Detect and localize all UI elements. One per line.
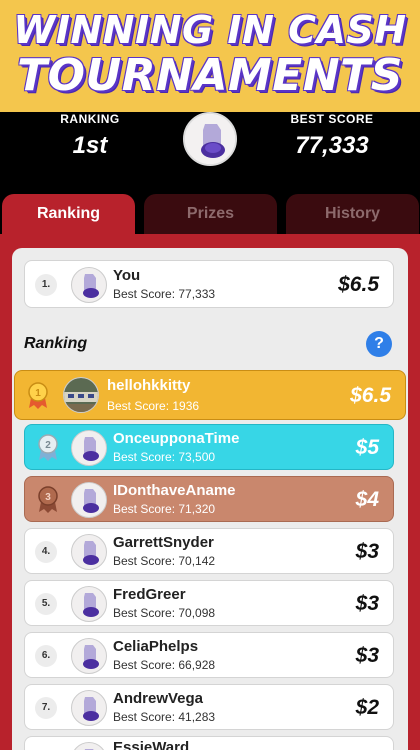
leaderboard-row[interactable]: 7. AndrewVega Best Score: 41,283 $2	[24, 684, 394, 730]
leaderboard-row[interactable]: 2 OnceupponaTime Best Score: 73,500 $5	[24, 424, 394, 470]
tab-history[interactable]: History	[286, 194, 419, 236]
player-score: Best Score: 71,320	[113, 502, 216, 516]
player-score: Best Score: 73,500	[113, 450, 216, 464]
player-avatar[interactable]	[183, 112, 237, 166]
gold-medal-icon: 1	[27, 382, 49, 409]
player-score: Best Score: 66,928	[113, 658, 216, 672]
help-button[interactable]: ?	[366, 331, 392, 357]
avatar	[71, 742, 107, 750]
player-prize: $3	[355, 540, 379, 563]
leaderboard-row[interactable]: EssieWard	[24, 736, 394, 750]
avatar-icon	[83, 645, 99, 669]
avatar-icon	[83, 489, 99, 513]
player-name: EssieWard	[113, 739, 190, 750]
player-name: AndrewVega	[113, 690, 204, 707]
player-name: You	[113, 267, 141, 284]
player-prize: $6.5	[338, 273, 379, 296]
player-score: Best Score: 70,142	[113, 554, 216, 568]
player-summary: RANKING 1st BEST SCORE 77,333	[0, 112, 420, 194]
best-score-stat: BEST SCORE 77,333	[262, 112, 402, 160]
photo-avatar-icon	[64, 378, 98, 412]
player-name: FredGreer	[113, 586, 186, 603]
medal-rank: 3	[45, 492, 51, 503]
avatar-icon	[83, 437, 99, 461]
player-score: Best Score: 41,283	[113, 710, 216, 724]
player-prize: $3	[355, 592, 379, 615]
silver-medal-icon: 2	[37, 434, 59, 461]
avatar	[71, 534, 107, 570]
banner-title-line-2: TOURNAMENTS	[17, 50, 403, 101]
section-title: Ranking	[24, 335, 88, 352]
ranking-stat: RANKING 1st	[20, 112, 160, 160]
player-name: GarrettSnyder	[113, 534, 214, 551]
tab-bar: Ranking Prizes History	[0, 194, 420, 236]
tab-ranking[interactable]: Ranking	[2, 194, 135, 236]
avatar-icon	[83, 541, 99, 565]
player-score: Best Score: 70,098	[113, 606, 216, 620]
rank-number: 6.	[35, 645, 57, 667]
avatar-icon	[83, 274, 99, 298]
avatar	[71, 690, 107, 726]
best-score-value: 77,333	[295, 132, 369, 159]
leaderboard-row[interactable]: 6. CeliaPhelps Best Score: 66,928 $3	[24, 632, 394, 678]
avatar-icon	[83, 697, 99, 721]
avatar	[71, 586, 107, 622]
medal-rank: 2	[45, 440, 51, 451]
player-name: hellohkkitty	[107, 377, 191, 394]
player-name: OnceupponaTime	[113, 430, 240, 447]
player-prize: $2	[355, 696, 379, 719]
medal-rank: 1	[35, 388, 41, 399]
avatar	[71, 638, 107, 674]
ranking-caption: RANKING	[60, 112, 120, 126]
tab-prizes[interactable]: Prizes	[144, 194, 277, 236]
rank-number: 5.	[35, 593, 57, 615]
player-prize: $6.5	[350, 384, 391, 407]
avatar	[71, 482, 107, 518]
avatar-icon	[84, 749, 94, 750]
bronze-medal-icon: 3	[37, 486, 59, 513]
leaderboard-row[interactable]: 4. GarrettSnyder Best Score: 70,142 $3	[24, 528, 394, 574]
banner-title-line-1: WINNING IN CASH	[13, 8, 407, 52]
avatar-icon	[83, 593, 99, 617]
player-name: IDonthaveAname	[113, 482, 236, 499]
player-score: Best Score: 77,333	[113, 287, 216, 301]
rank-number: 4.	[35, 541, 57, 563]
ranking-value: 1st	[72, 132, 108, 159]
avatar	[63, 377, 99, 413]
avatar	[71, 267, 107, 303]
avatar	[71, 430, 107, 466]
player-prize: $4	[355, 488, 379, 511]
player-name: CeliaPhelps	[113, 638, 199, 655]
player-score: Best Score: 1936	[107, 399, 200, 413]
leaderboard-row[interactable]: 3 IDonthaveAname Best Score: 71,320 $4	[24, 476, 394, 522]
player-avatar-icon	[185, 114, 235, 164]
my-rank-row[interactable]: 1. You Best Score: 77,333 $6.5	[24, 260, 394, 308]
leaderboard-row[interactable]: 1 hellohkkitty Best Score: 1936 $6.5	[14, 370, 406, 420]
best-score-caption: BEST SCORE	[290, 112, 374, 126]
promo-banner: WINNING IN CASH TOURNAMENTS	[0, 0, 420, 112]
player-prize: $3	[355, 644, 379, 667]
rank-number: 7.	[35, 697, 57, 719]
player-prize: $5	[355, 436, 379, 459]
leaderboard-row[interactable]: 5. FredGreer Best Score: 70,098 $3	[24, 580, 394, 626]
rank-number: 1.	[35, 274, 57, 296]
